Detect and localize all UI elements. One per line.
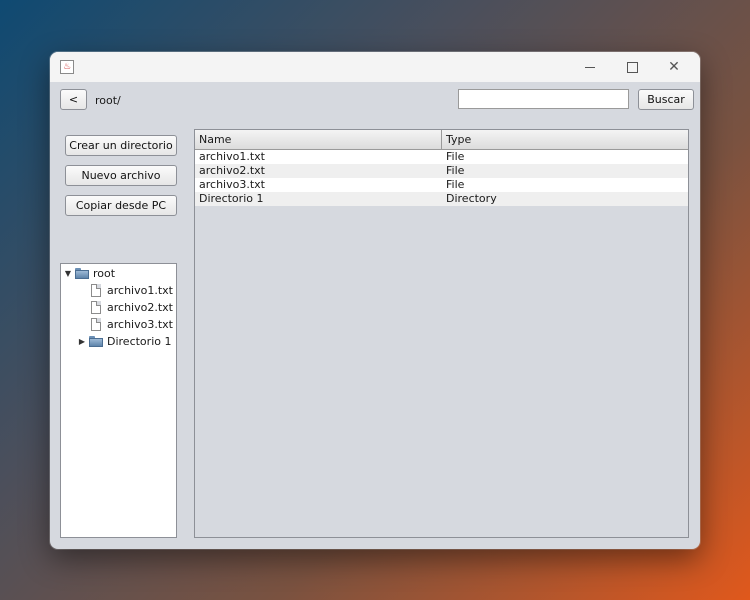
tree-node-label: archivo2.txt bbox=[107, 300, 173, 314]
table-row[interactable]: archivo3.txt File bbox=[195, 178, 688, 192]
cell-name: archivo2.txt bbox=[199, 164, 265, 177]
tree-node-label: archivo1.txt bbox=[107, 283, 173, 297]
file-icon bbox=[91, 300, 101, 314]
open-folder-icon bbox=[75, 267, 89, 279]
search-input[interactable] bbox=[458, 89, 629, 109]
tree-node-label: archivo3.txt bbox=[107, 317, 173, 331]
column-header-type[interactable]: Type bbox=[442, 130, 688, 149]
collapse-arrow-icon[interactable]: ▼ bbox=[63, 269, 73, 278]
cell-type: File bbox=[446, 164, 465, 177]
expand-arrow-icon[interactable]: ▶ bbox=[77, 337, 87, 346]
file-icon bbox=[91, 317, 101, 331]
cell-name: archivo3.txt bbox=[199, 178, 265, 191]
tree-node-file[interactable]: archivo1.txt bbox=[91, 282, 173, 298]
folder-icon bbox=[89, 335, 103, 347]
column-header-name[interactable]: Name bbox=[195, 130, 442, 149]
maximize-icon bbox=[626, 61, 638, 73]
cell-type: File bbox=[446, 178, 465, 191]
create-directory-button[interactable]: Crear un directorio bbox=[65, 135, 177, 156]
maximize-button[interactable] bbox=[612, 52, 652, 82]
table-header: Name Type bbox=[195, 130, 688, 150]
minimize-icon bbox=[585, 66, 595, 68]
app-window: ♨ ✕ < root/ Buscar Crear un directorio N… bbox=[50, 52, 700, 549]
search-button[interactable]: Buscar bbox=[638, 89, 694, 110]
close-icon: ✕ bbox=[668, 59, 680, 75]
file-tree[interactable]: ▼ root archivo1.txt archivo2.txt archivo… bbox=[60, 263, 177, 538]
title-bar: ♨ ✕ bbox=[50, 52, 700, 82]
minimize-button[interactable] bbox=[570, 52, 610, 82]
tree-node-label: Directorio 1 bbox=[107, 334, 172, 348]
close-button[interactable]: ✕ bbox=[654, 52, 694, 82]
cell-name: Directorio 1 bbox=[199, 192, 264, 205]
tree-node-directory[interactable]: ▶ Directorio 1 bbox=[77, 333, 172, 349]
table-row[interactable]: Directorio 1 Directory bbox=[195, 192, 688, 206]
java-app-icon: ♨ bbox=[60, 60, 74, 74]
tree-node-file[interactable]: archivo3.txt bbox=[91, 316, 173, 332]
table-row[interactable]: archivo2.txt File bbox=[195, 164, 688, 178]
tree-node-file[interactable]: archivo2.txt bbox=[91, 299, 173, 315]
copy-from-pc-button[interactable]: Copiar desde PC bbox=[65, 195, 177, 216]
back-button[interactable]: < bbox=[60, 89, 87, 110]
cell-name: archivo1.txt bbox=[199, 150, 265, 163]
new-file-button[interactable]: Nuevo archivo bbox=[65, 165, 177, 186]
table-row[interactable]: archivo1.txt File bbox=[195, 150, 688, 164]
file-icon bbox=[91, 283, 101, 297]
file-table[interactable]: Name Type archivo1.txt File archivo2.txt… bbox=[194, 129, 689, 538]
tree-node-label: root bbox=[93, 266, 116, 280]
cell-type: Directory bbox=[446, 192, 497, 205]
tree-node-root[interactable]: ▼ root bbox=[63, 265, 115, 281]
cell-type: File bbox=[446, 150, 465, 163]
current-path-label: root/ bbox=[95, 94, 121, 107]
